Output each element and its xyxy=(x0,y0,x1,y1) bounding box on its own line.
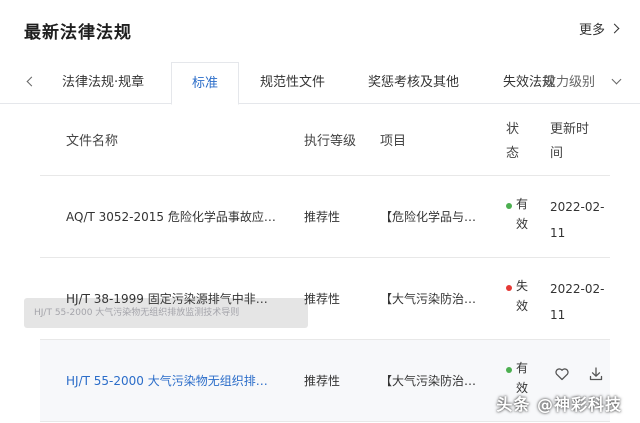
row-actions xyxy=(554,366,604,382)
status-dot xyxy=(506,203,512,209)
execution-level: 推荐性 xyxy=(304,292,341,306)
update-date: 2022-02-11 xyxy=(550,282,605,322)
chevron-down-icon[interactable] xyxy=(610,74,624,90)
column-header-name: 文件名称 xyxy=(66,134,119,149)
project: 【危险化学品与… xyxy=(380,210,477,224)
more-link[interactable]: 更多 xyxy=(578,19,620,38)
tab-rewards-other[interactable]: 奖惩考核及其他 xyxy=(368,62,459,104)
tab-normative-documents[interactable]: 规范性文件 xyxy=(260,62,325,104)
column-header-updated: 更新时间 xyxy=(550,122,590,161)
more-label: 更多 xyxy=(578,23,605,38)
tab-validity-level[interactable]: 效力级别 xyxy=(543,62,595,104)
section-title: 最新法律法规 xyxy=(24,23,132,43)
tab-standards[interactable]: 标准 xyxy=(171,62,240,105)
project: 【大气污染防治… xyxy=(380,292,477,306)
document-name[interactable]: HJ/T 55-2000 大气污染物无组织排放监… xyxy=(66,372,278,389)
heart-icon[interactable] xyxy=(554,366,570,382)
tab-laws-regulations[interactable]: 法律法规·规章 xyxy=(62,62,144,104)
execution-level: 推荐性 xyxy=(304,374,341,388)
document-name[interactable]: AQ/T 3052-2015 危险化学品事故应急… xyxy=(66,208,278,225)
column-header-project: 项目 xyxy=(380,134,407,149)
column-header-status: 状态 xyxy=(506,122,520,161)
execution-level: 推荐性 xyxy=(304,210,341,224)
project: 【大气污染防治… xyxy=(380,374,477,388)
watermark: 头条 @神彩科技 xyxy=(496,395,622,414)
table-header: 文件名称 执行等级 项目 状态 更新时间 xyxy=(40,104,610,176)
column-header-level: 执行等级 xyxy=(304,134,357,149)
tab-bar: 法律法规·规章 标准 规范性文件 奖惩考核及其他 失效法规 效力级别 xyxy=(0,62,640,105)
status-dot xyxy=(506,367,512,373)
status-text: 失效 xyxy=(516,279,529,313)
standards-table: 文件名称 执行等级 项目 状态 更新时间 AQ/T 3052-2015 危险化学… xyxy=(40,104,610,422)
chevron-right-icon xyxy=(609,23,620,34)
laws-card: 最新法律法规 更多 法律法规·规章 标准 规范性文件 奖惩考核及其他 失效法规 … xyxy=(0,0,640,423)
name-tooltip: HJ/T 55-2000 大气污染物无组织排放监测技术导则 xyxy=(24,298,308,328)
status-dot xyxy=(506,285,512,291)
status-text: 有效 xyxy=(516,197,529,231)
table-row[interactable]: AQ/T 3052-2015 危险化学品事故应急… 推荐性 【危险化学品与… 有… xyxy=(40,176,610,258)
chevron-left-icon[interactable] xyxy=(24,74,38,90)
update-date: 2022-02-11 xyxy=(550,200,605,240)
download-icon[interactable] xyxy=(588,366,604,382)
